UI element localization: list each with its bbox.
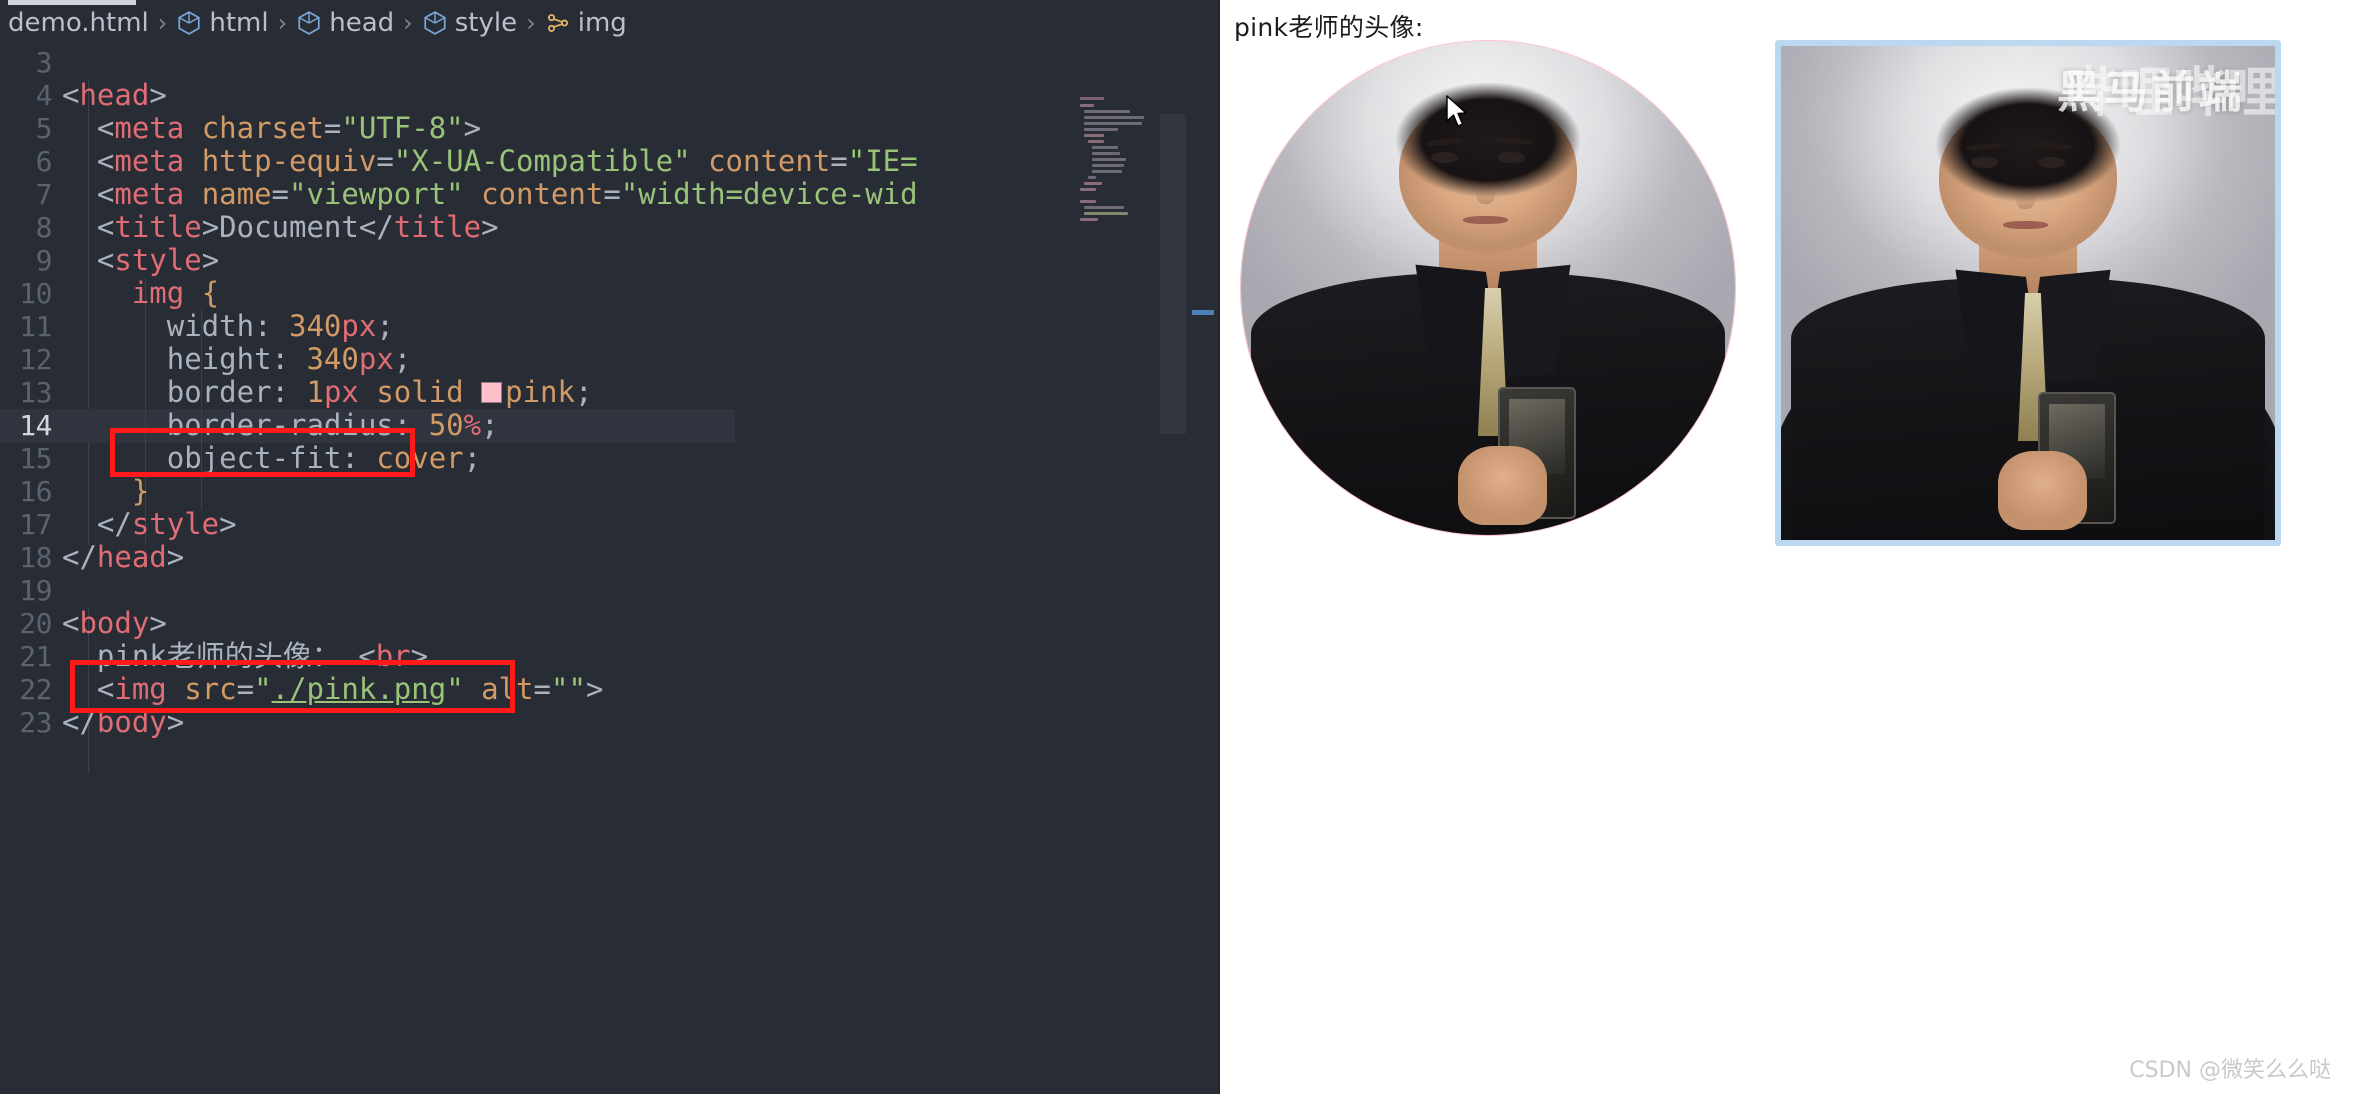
breadcrumb-separator: › — [403, 9, 413, 37]
line-number: 10 — [19, 277, 52, 310]
app-root: demo.html › html › head › style › img 3 … — [0, 0, 2357, 1094]
line-number-gutter: 3 4 5 6 7 8 9 10 11 12 13 14 15 16 17 18… — [0, 46, 62, 1094]
editor-right-edge — [1218, 0, 1220, 1094]
breadcrumb-separator: › — [157, 9, 168, 37]
code-line-14[interactable]: border-radius: 50%; — [62, 409, 499, 442]
line-number: 7 — [35, 178, 53, 211]
code-surface[interactable]: 3 4 5 6 7 8 9 10 11 12 13 14 15 16 17 18… — [0, 46, 1220, 1094]
preview-label: pink老师的头像: — [1234, 13, 1424, 42]
line-number: 21 — [19, 640, 52, 673]
portrait-image — [1241, 41, 1735, 535]
code-line-6[interactable]: <meta http-equiv="X-UA-Compatible" conte… — [62, 145, 918, 178]
breadcrumb-label: head — [329, 8, 395, 38]
code-line-13[interactable]: border: 1px solid pink; — [62, 376, 593, 409]
csdn-watermark: CSDN @微笑么么哒 — [2129, 1058, 2331, 1083]
code-line-17[interactable]: </style> — [62, 508, 237, 541]
line-number: 13 — [19, 376, 52, 409]
code-line-20[interactable]: <body> — [62, 607, 167, 640]
code-line-16[interactable]: } — [62, 475, 149, 508]
line-number: 15 — [19, 442, 52, 475]
active-tab-indicator — [8, 0, 136, 5]
scrollbar[interactable] — [1186, 92, 1220, 1094]
line-number: 4 — [35, 79, 53, 112]
pink-color-swatch — [481, 381, 503, 403]
line-number: 18 — [19, 541, 52, 574]
minimap[interactable] — [1076, 92, 1186, 1094]
line-number: 5 — [35, 112, 53, 145]
cube-icon — [176, 10, 202, 36]
breadcrumb-item-head[interactable]: head — [296, 8, 394, 38]
code-editor: demo.html › html › head › style › img 3 … — [0, 0, 1220, 1094]
browser-preview: pink老师的头像: 黑马前端 哔哩哔哩 CSDN @微笑么么哒 — [1220, 0, 2357, 1094]
line-number-active: 14 — [19, 409, 52, 442]
code-line-4[interactable]: <head> — [62, 79, 167, 112]
cube-icon — [422, 10, 448, 36]
line-number: 9 — [35, 244, 53, 277]
code-line-8[interactable]: <title>Document</title> — [62, 211, 499, 244]
code-line-10[interactable]: img { — [62, 277, 219, 310]
line-number: 12 — [19, 343, 52, 376]
line-number: 16 — [19, 475, 52, 508]
breadcrumb-label: img — [577, 8, 627, 38]
code-line-18[interactable]: </head> — [62, 541, 184, 574]
line-number: 19 — [19, 574, 52, 607]
avatar-circle — [1240, 40, 1736, 536]
line-number: 20 — [19, 607, 52, 640]
breadcrumb[interactable]: demo.html › html › head › style › img — [0, 0, 1220, 46]
breadcrumb-separator: › — [277, 9, 288, 37]
cube-icon — [296, 10, 322, 36]
breadcrumb-label: html — [209, 8, 269, 38]
code-line-12[interactable]: height: 340px; — [62, 343, 411, 376]
breadcrumb-item-img[interactable]: img — [545, 8, 627, 38]
code-line-22[interactable]: <img src="./pink.png" alt=""> — [62, 673, 603, 706]
avatar-square: 黑马前端 哔哩哔哩 — [1775, 40, 2281, 546]
code-line-15[interactable]: object-fit: cover; — [62, 442, 481, 475]
line-number: 22 — [19, 673, 52, 706]
code-text[interactable]: <head> <meta charset="UTF-8"> <meta http… — [62, 46, 1220, 1094]
code-line-11[interactable]: width: 340px; — [62, 310, 394, 343]
line-number: 11 — [19, 310, 52, 343]
breadcrumb-separator: › — [526, 9, 536, 37]
code-line-21[interactable]: pink老师的头像： <br> — [62, 640, 428, 673]
breadcrumb-file[interactable]: demo.html — [8, 8, 149, 38]
line-number: 6 — [35, 145, 53, 178]
line-number: 3 — [35, 46, 53, 79]
code-line-7[interactable]: <meta name="viewport" content="width=dev… — [62, 178, 918, 211]
line-number: 17 — [19, 508, 52, 541]
watermark-bilibili: 哔哩哔哩 — [2065, 61, 2281, 124]
breadcrumb-item-html[interactable]: html — [176, 8, 269, 38]
code-line-5[interactable]: <meta charset="UTF-8"> — [62, 112, 481, 145]
breadcrumb-item-style[interactable]: style — [422, 8, 517, 38]
line-number: 8 — [35, 211, 53, 244]
line-number: 23 — [19, 706, 52, 739]
tag-icon — [545, 10, 571, 36]
breadcrumb-label: style — [454, 8, 518, 38]
code-line-23[interactable]: </body> — [62, 706, 184, 739]
scrollbar-marker — [1192, 310, 1214, 315]
avatar-row: 黑马前端 哔哩哔哩 — [1220, 40, 2357, 560]
code-line-9[interactable]: <style> — [62, 244, 219, 277]
minimap-slider[interactable] — [1160, 114, 1186, 434]
